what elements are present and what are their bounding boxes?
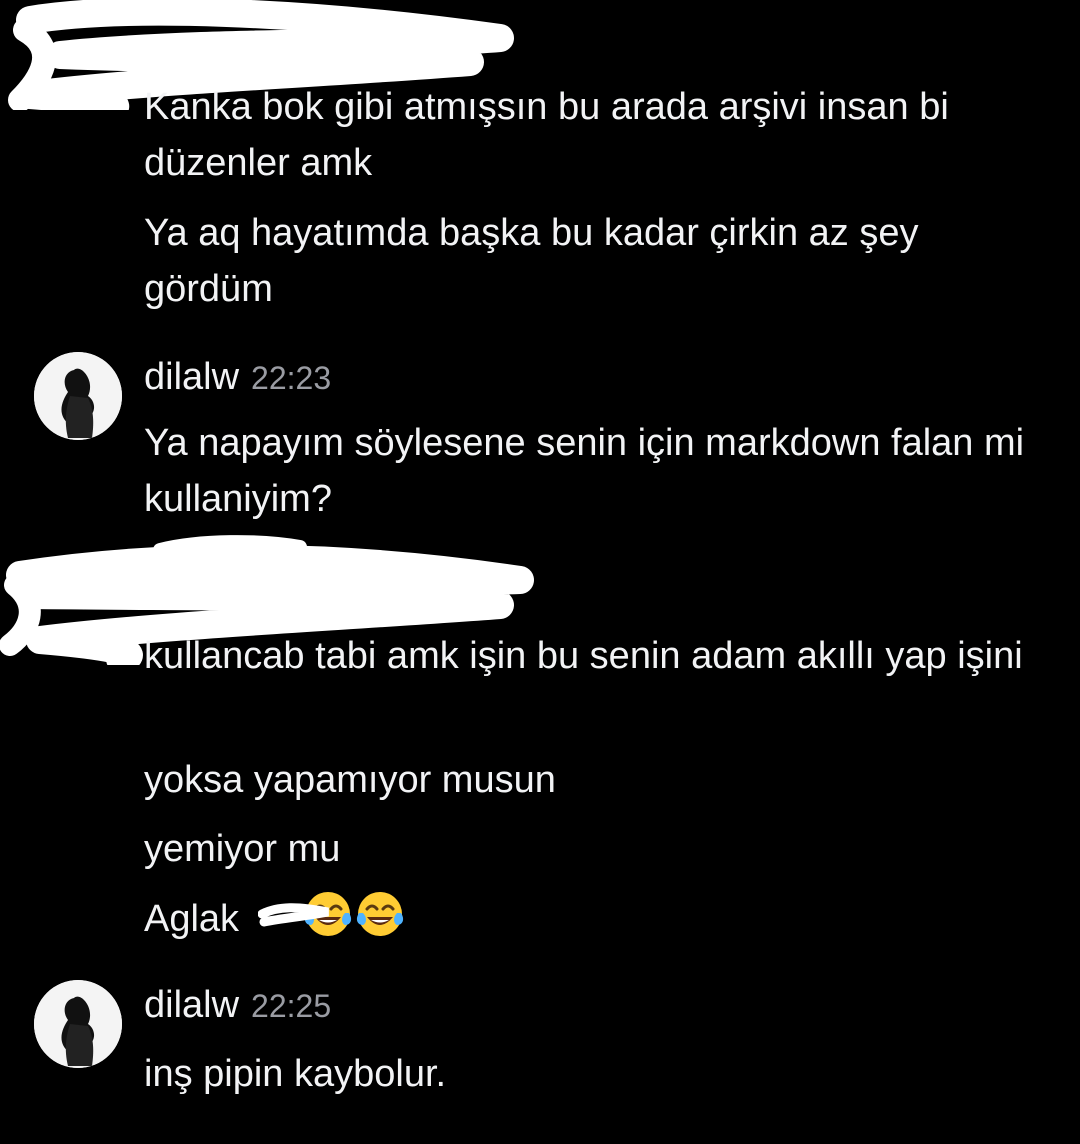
message-text: Kanka bok gibi atmışsın bu arada arşivi … [144,86,949,184]
author-name[interactable]: dilalw [144,984,239,1027]
message-text: yoksa yapamıyor musun [144,759,556,801]
avatar[interactable] [34,352,122,440]
face-with-tears-of-joy-icon [355,889,405,939]
message-text: Ya aq hayatımda başka bu kadar çirkin az… [144,212,919,310]
message-timestamp: 22:25 [251,988,332,1024]
message-text: Ya napayım söylesene senin için markdown… [144,422,1025,520]
message-text: kullancab tabi amk işin bu senin adam ak… [144,635,1023,677]
message-header: dilalw 22:23 [144,356,331,399]
author-name[interactable]: dilalw [144,356,239,399]
avatar[interactable] [34,980,122,1068]
message-header: dilalw 22:25 [144,984,331,1027]
message-timestamp: 22:23 [251,360,332,396]
message-text: Aglak [144,898,240,940]
redaction-scribble-inline [258,900,334,930]
message-text: inş pipin kaybolur. [144,1053,447,1095]
message-text: yemiyor mu [144,828,341,870]
